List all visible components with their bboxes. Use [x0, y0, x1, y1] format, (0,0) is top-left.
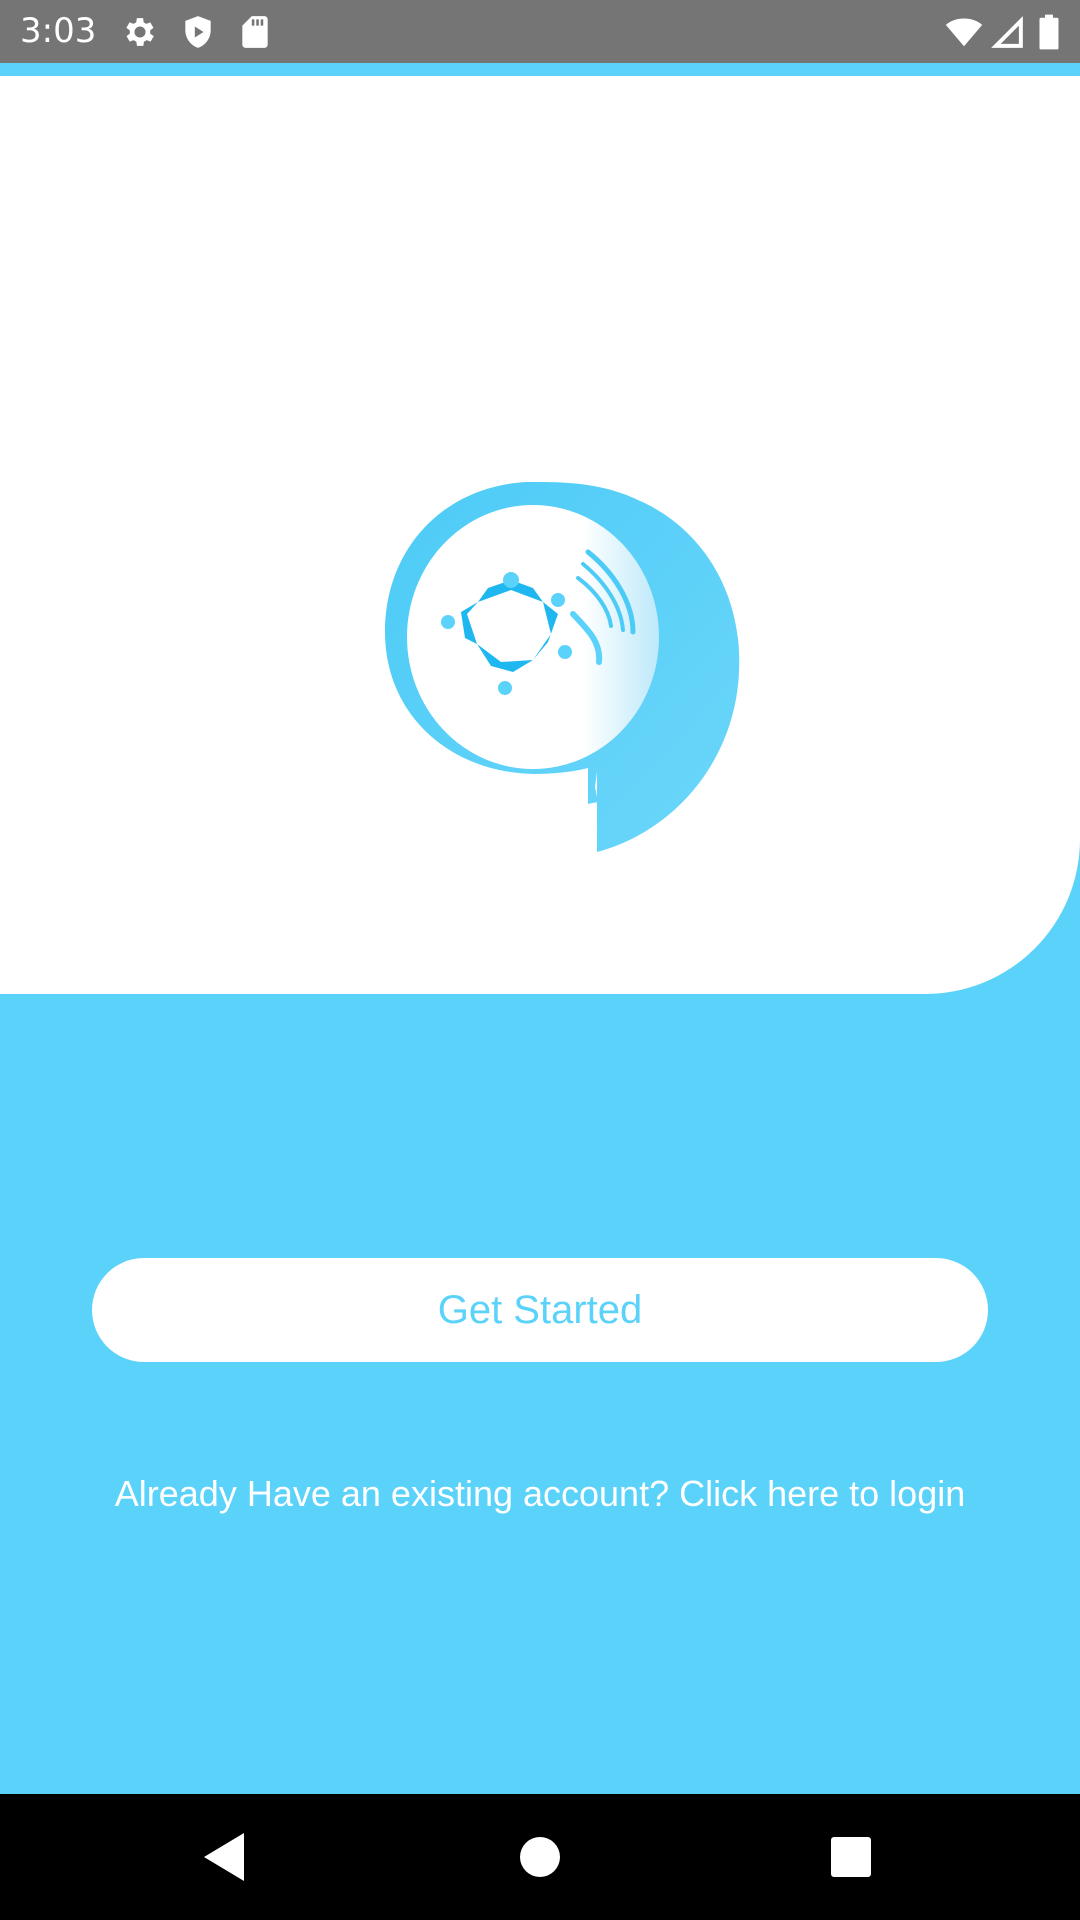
mind-head-logo-icon — [383, 482, 743, 852]
accent-strip — [0, 63, 1080, 76]
navigation-bar — [0, 1794, 1080, 1920]
shield-icon — [179, 13, 217, 51]
wifi-icon — [943, 13, 985, 51]
settings-icon — [121, 13, 159, 51]
status-bar: 3:03 — [0, 0, 1080, 63]
battery-icon — [1036, 13, 1062, 51]
recents-icon[interactable] — [821, 1827, 881, 1887]
cellular-signal-icon — [988, 13, 1026, 51]
get-started-button[interactable]: Get Started — [92, 1258, 988, 1362]
login-link[interactable]: Already Have an existing account? Click … — [0, 1470, 1080, 1518]
home-icon[interactable] — [510, 1827, 570, 1887]
status-time: 3:03 — [20, 11, 97, 51]
back-icon[interactable] — [196, 1827, 256, 1887]
sd-card-icon — [236, 13, 274, 51]
